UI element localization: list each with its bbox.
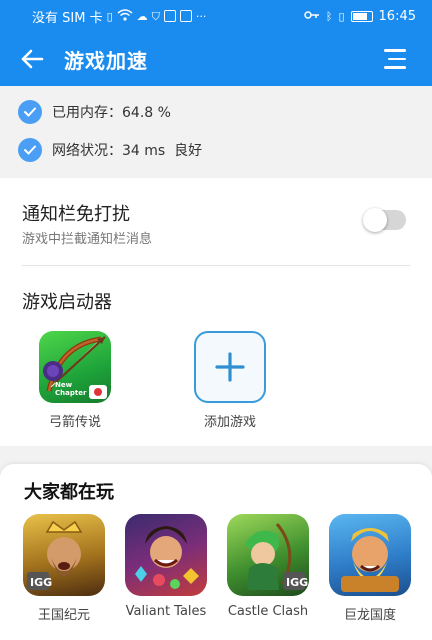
popular-game-label: 巨龙国度: [343, 608, 396, 623]
network-row: 网络状况：34 ms 良好: [18, 138, 202, 162]
status-panel: 已用内存：64.8 % 网络状况：34 ms 良好: [0, 86, 432, 178]
popular-game-kingdom[interactable]: IGG 王国纪元: [14, 514, 114, 623]
add-game-tile: [194, 331, 266, 403]
memory-label: 已用内存：: [52, 105, 122, 121]
battery-icon: [350, 10, 373, 22]
popular-title: 大家都在玩: [24, 482, 114, 503]
popular-game-label: 王国纪元: [37, 608, 90, 623]
svg-text:IGG: IGG: [30, 576, 52, 589]
status-bar: 没有 SIM 卡 ▯ ☁ ⛉ ··· ᛒ ▯ 16:45: [0, 0, 432, 32]
game-icon: [125, 514, 207, 596]
vibrate-icon: ▯: [338, 9, 345, 23]
check-icon: [18, 100, 42, 124]
divider: [22, 265, 410, 266]
launcher-app-label: 弓箭传说: [48, 415, 101, 430]
game-icon: [329, 514, 411, 596]
game-icon: IGG: [23, 514, 105, 596]
wifi-icon: [117, 9, 133, 23]
toggle-knob: [363, 208, 387, 232]
notification-dnd-title: 通知栏免打扰: [22, 204, 130, 225]
popular-game-valiant-tales[interactable]: Valiant Tales: [116, 514, 216, 619]
popular-game-label: Valiant Tales: [125, 604, 207, 619]
add-game-label: 添加游戏: [203, 415, 256, 430]
popular-game-castle-clash[interactable]: IGG Castle Clash: [218, 514, 318, 619]
arrow-left-icon: [21, 49, 44, 69]
carrier-text: 没有 SIM 卡: [32, 10, 103, 26]
svg-text:IGG: IGG: [286, 576, 308, 589]
archero-badge-line1: New: [55, 381, 73, 389]
notification-dnd-toggle[interactable]: [363, 208, 406, 232]
clock-text: 16:45: [378, 8, 416, 24]
app-notification-icon: [163, 10, 176, 22]
menu-icon: [384, 49, 406, 52]
key-icon: [304, 10, 320, 22]
page-title: 游戏加速: [64, 48, 148, 73]
menu-button[interactable]: [376, 32, 432, 86]
popular-game-dragon-kingdom[interactable]: 巨龙国度: [320, 514, 420, 623]
shield-icon: ⛉: [151, 9, 160, 23]
launcher-app-archero[interactable]: New Chapter 弓箭传说: [25, 331, 125, 430]
add-game-button[interactable]: 添加游戏: [180, 331, 280, 430]
game-icon: IGG: [227, 514, 309, 596]
archero-app-icon: New Chapter: [39, 331, 111, 403]
settings-card: 通知栏免打扰 游戏中拦截通知栏消息 游戏启动器 New Chapter 弓箭传说…: [0, 178, 432, 446]
more-notifications-icon: ···: [195, 9, 207, 23]
game-launcher-title: 游戏启动器: [22, 292, 112, 313]
sim-icon: ▯: [106, 9, 113, 23]
gallery-notification-icon: [179, 10, 192, 22]
bluetooth-icon: ᛒ: [325, 9, 333, 23]
app-bar: 游戏加速: [0, 32, 432, 86]
back-button[interactable]: [0, 32, 64, 86]
archero-badge-line2: Chapter: [55, 389, 87, 397]
plus-icon: [215, 352, 245, 382]
check-icon: [18, 138, 42, 162]
network-label: 网络状况：: [52, 143, 122, 159]
notification-dnd-subtitle: 游戏中拦截通知栏消息: [22, 232, 153, 247]
memory-value: 64.8 %: [122, 105, 171, 121]
network-value: 34 ms 良好: [122, 143, 203, 159]
notification-icon: ☁: [136, 9, 148, 23]
popular-game-label: Castle Clash: [227, 604, 309, 619]
memory-row: 已用内存：64.8 %: [18, 100, 171, 124]
popular-section: 大家都在玩 IGG 王国纪元 Valiant Tales IGG Castle …: [0, 464, 432, 640]
